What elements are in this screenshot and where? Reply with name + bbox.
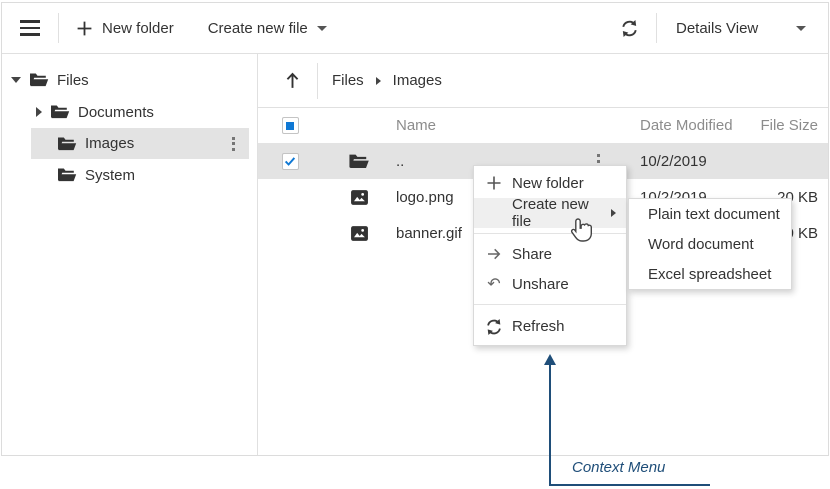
context-menu-item-new-folder[interactable]: New folder	[474, 168, 626, 198]
hamburger-icon	[20, 20, 40, 36]
folder-icon	[30, 73, 49, 87]
menu-item-label: Unshare	[512, 275, 569, 293]
new-folder-label: New folder	[102, 19, 174, 37]
refresh-icon	[622, 19, 637, 37]
create-new-file-label: Create new file	[207, 19, 308, 37]
indeterminate-mark	[286, 121, 294, 130]
tree-item-label: Documents	[78, 103, 154, 121]
menu-item-label: Refresh	[512, 318, 565, 335]
go-up-button[interactable]	[284, 71, 301, 90]
chevron-down-icon	[316, 25, 327, 31]
breadcrumb-separator	[317, 62, 318, 99]
image-file-icon	[350, 225, 368, 241]
create-new-file-button[interactable]: Create new file	[191, 3, 344, 53]
breadcrumb-bar: Files Images	[258, 54, 828, 108]
context-menu-item-create-new-file[interactable]: Create new file	[474, 196, 626, 230]
chevron-down-icon	[796, 25, 806, 31]
context-menu: New folder Create new file Share ↶ Unsha…	[473, 165, 627, 346]
item-menu-dots-icon[interactable]	[232, 136, 235, 151]
column-header-file-size[interactable]: File Size	[738, 117, 828, 134]
submenu-item-plain-text[interactable]: Plain text document	[629, 199, 791, 229]
row-checkbox-checked[interactable]	[281, 152, 299, 170]
annotation-label: Context Menu	[572, 459, 666, 476]
breadcrumb-arrow-icon	[375, 76, 381, 85]
submenu-item-excel[interactable]: Excel spreadsheet	[629, 259, 791, 289]
context-menu-item-unshare[interactable]: ↶ Unshare	[474, 269, 626, 299]
file-name: banner.gif	[396, 224, 462, 242]
plus-icon	[77, 21, 92, 35]
grid-header-row: Name Date Modified File Size	[258, 108, 828, 143]
tree-item-system[interactable]: System	[2, 159, 257, 191]
folder-icon	[51, 105, 70, 119]
menu-separator	[474, 304, 626, 305]
image-file-icon	[350, 189, 368, 205]
folder-tree: Files Documents Images System	[2, 54, 258, 455]
view-mode-select[interactable]: Details View	[657, 3, 828, 53]
submenu-arrow-icon	[611, 209, 616, 217]
tree-item-label: System	[85, 166, 136, 184]
menu-toggle-button[interactable]	[2, 3, 58, 53]
folder-icon	[58, 168, 77, 182]
menu-item-label: Share	[512, 245, 553, 263]
share-arrow-icon	[484, 246, 504, 262]
refresh-button[interactable]	[603, 3, 656, 53]
file-name: ..	[396, 152, 405, 170]
menu-separator	[474, 233, 626, 234]
tree-item-label: Files	[57, 71, 89, 89]
breadcrumb-item-images[interactable]: Images	[393, 72, 442, 89]
view-mode-value: Details View	[676, 19, 759, 37]
folder-icon	[349, 154, 369, 168]
context-menu-item-share[interactable]: Share	[474, 239, 626, 269]
create-file-submenu: Plain text document Word document Excel …	[628, 198, 792, 290]
menu-item-label: Create new file	[512, 196, 589, 230]
context-menu-item-refresh[interactable]: Refresh	[474, 310, 626, 343]
file-name: logo.png	[396, 188, 454, 206]
column-header-name[interactable]: Name	[396, 117, 640, 134]
submenu-item-word[interactable]: Word document	[629, 229, 791, 259]
tree-item-files[interactable]: Files	[2, 64, 257, 96]
tree-item-label: Images	[85, 135, 135, 152]
new-folder-button[interactable]: New folder	[59, 3, 191, 53]
file-manager-screenshot: New folder Create new file Details View …	[0, 0, 830, 489]
file-date: 10/2/2019	[640, 152, 707, 170]
arrow-up-icon	[286, 72, 299, 88]
annotation-line-vertical	[549, 364, 551, 485]
tree-item-images-selected[interactable]: Images	[31, 128, 249, 159]
toolbar-right-group: Details View	[603, 3, 828, 53]
checkmark-icon	[284, 157, 296, 166]
refresh-icon	[484, 318, 504, 336]
column-header-date-modified[interactable]: Date Modified	[640, 117, 738, 134]
breadcrumb-item-files[interactable]: Files	[332, 72, 364, 89]
annotation-line-horizontal	[549, 484, 710, 486]
toolbar: New folder Create new file Details View	[2, 3, 828, 54]
expand-caret-icon[interactable]	[11, 77, 21, 83]
undo-icon: ↶	[487, 274, 501, 293]
collapse-caret-icon[interactable]	[36, 107, 42, 117]
folder-icon	[58, 137, 77, 150]
plus-icon	[484, 175, 504, 191]
menu-item-label: New folder	[512, 174, 584, 192]
tree-item-documents[interactable]: Documents	[2, 96, 257, 128]
select-all-checkbox[interactable]	[281, 117, 299, 134]
